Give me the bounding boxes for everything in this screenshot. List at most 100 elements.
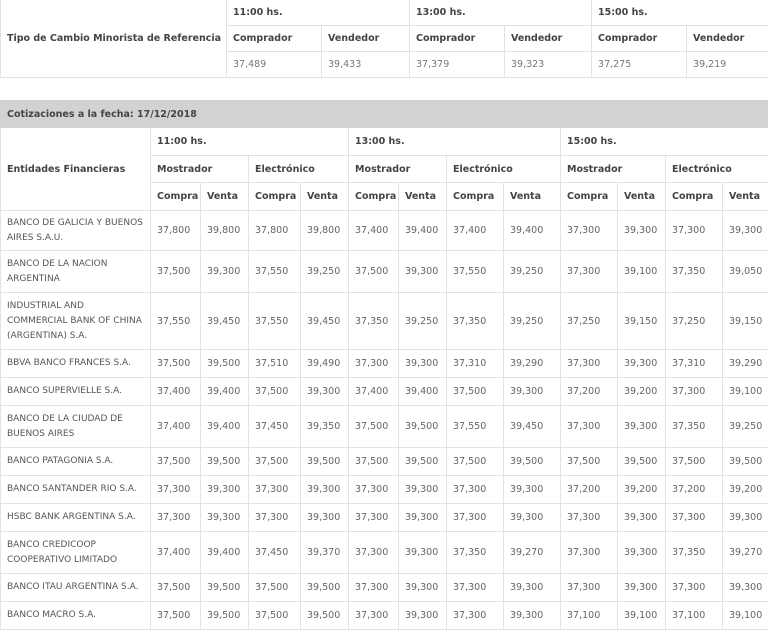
sell-value: 39,250: [504, 293, 561, 350]
sell-value: 39,400: [504, 211, 561, 251]
sell-value: 39,270: [504, 532, 561, 574]
buy-value: 37,500: [151, 602, 201, 630]
buy-value: 37,450: [249, 406, 301, 448]
sell-value: 39,500: [301, 574, 349, 602]
buy-value: 37,550: [447, 251, 504, 293]
sell-value: 39,400: [201, 406, 249, 448]
sell-value: 39,300: [504, 378, 561, 406]
bank-row: BANCO PATAGONIA S.A.37,50039,50037,50039…: [1, 448, 768, 476]
buyer-header: Comprador: [227, 26, 322, 52]
buy-value: 37,300: [349, 350, 399, 378]
buy-value: 37,550: [447, 406, 504, 448]
bank-name: BANCO MACRO S.A.: [1, 602, 151, 630]
buy-value: 37,300: [249, 476, 301, 504]
reference-value: 39,433: [322, 52, 410, 78]
sell-header: Venta: [301, 183, 349, 211]
sell-value: 39,500: [201, 448, 249, 476]
buy-value: 37,100: [561, 602, 618, 630]
bank-name: BANCO PATAGONIA S.A.: [1, 448, 151, 476]
reference-value: 37,275: [592, 52, 687, 78]
sell-value: 39,250: [723, 406, 768, 448]
buy-value: 37,500: [151, 448, 201, 476]
buy-value: 37,300: [349, 532, 399, 574]
quotes-caption-row: Cotizaciones a la fecha: 17/12/2018: [1, 101, 768, 128]
bank-name: INDUSTRIAL AND COMMERCIAL BANK OF CHINA …: [1, 293, 151, 350]
sell-value: 39,300: [723, 574, 768, 602]
buy-value: 37,500: [447, 378, 504, 406]
sell-value: 39,200: [618, 476, 666, 504]
buy-value: 37,300: [666, 574, 723, 602]
buy-value: 37,300: [151, 504, 201, 532]
sell-value: 39,150: [618, 293, 666, 350]
reference-time-header: 15:00 hs.: [592, 0, 768, 26]
buy-value: 37,500: [561, 448, 618, 476]
reference-time-header: 13:00 hs.: [410, 0, 592, 26]
sell-value: 39,450: [504, 406, 561, 448]
reference-value: 37,489: [227, 52, 322, 78]
buy-value: 37,500: [249, 378, 301, 406]
buy-value: 37,500: [349, 448, 399, 476]
quotes-time-header: 11:00 hs.: [151, 128, 349, 156]
buy-value: 37,300: [349, 602, 399, 630]
sell-value: 39,250: [301, 251, 349, 293]
buy-value: 37,350: [447, 532, 504, 574]
sell-value: 39,400: [201, 532, 249, 574]
sell-value: 39,300: [504, 602, 561, 630]
sell-value: 39,450: [201, 293, 249, 350]
sell-value: 39,250: [399, 293, 447, 350]
seller-header: Vendedor: [687, 26, 768, 52]
sell-value: 39,300: [618, 532, 666, 574]
sell-value: 39,150: [723, 293, 768, 350]
bank-row: HSBC BANK ARGENTINA S.A.37,30039,30037,3…: [1, 504, 768, 532]
buy-value: 37,400: [151, 532, 201, 574]
sell-value: 39,050: [723, 251, 768, 293]
buy-value: 37,310: [447, 350, 504, 378]
buy-header: Compra: [249, 183, 301, 211]
bank-row: BANCO DE GALICIA Y BUENOS AIRES S.A.U.37…: [1, 211, 768, 251]
bank-name: BBVA BANCO FRANCES S.A.: [1, 350, 151, 378]
buy-value: 37,300: [447, 504, 504, 532]
sell-value: 39,270: [723, 532, 768, 574]
sell-value: 39,100: [618, 251, 666, 293]
buy-value: 37,500: [151, 251, 201, 293]
buy-value: 37,400: [151, 406, 201, 448]
buy-value: 37,310: [666, 350, 723, 378]
sell-value: 39,500: [723, 448, 768, 476]
buy-header: Compra: [666, 183, 723, 211]
sell-value: 39,300: [201, 504, 249, 532]
seller-header: Vendedor: [322, 26, 410, 52]
bank-name: BANCO SUPERVIELLE S.A.: [1, 378, 151, 406]
buy-value: 37,550: [249, 251, 301, 293]
sell-value: 39,800: [301, 211, 349, 251]
bank-name: BANCO DE LA NACION ARGENTINA: [1, 251, 151, 293]
buy-value: 37,400: [349, 378, 399, 406]
sell-value: 39,100: [618, 602, 666, 630]
reference-value: 37,379: [410, 52, 505, 78]
buy-value: 37,250: [561, 293, 618, 350]
sell-value: 39,300: [618, 406, 666, 448]
buy-value: 37,400: [349, 211, 399, 251]
sell-value: 39,800: [201, 211, 249, 251]
sell-value: 39,500: [301, 448, 349, 476]
buy-value: 37,300: [349, 574, 399, 602]
sell-header: Venta: [723, 183, 768, 211]
buy-value: 37,500: [249, 448, 301, 476]
quotes-caption: Cotizaciones a la fecha: 17/12/2018: [1, 101, 768, 128]
sell-value: 39,370: [301, 532, 349, 574]
sell-value: 39,400: [399, 211, 447, 251]
buy-value: 37,350: [447, 293, 504, 350]
buy-value: 37,300: [561, 504, 618, 532]
sell-value: 39,300: [723, 211, 768, 251]
sell-value: 39,290: [723, 350, 768, 378]
bank-row: BANCO SUPERVIELLE S.A.37,40039,40037,500…: [1, 378, 768, 406]
sell-value: 39,300: [399, 251, 447, 293]
reference-title: Tipo de Cambio Minorista de Referencia: [1, 0, 227, 78]
sell-value: 39,300: [504, 574, 561, 602]
buy-value: 37,800: [151, 211, 201, 251]
sell-value: 39,300: [618, 574, 666, 602]
bank-row: BANCO MACRO S.A.37,50039,50037,50039,500…: [1, 602, 768, 630]
buy-value: 37,300: [561, 350, 618, 378]
sell-value: 39,300: [301, 504, 349, 532]
channel-header: Electrónico: [666, 156, 768, 183]
buy-value: 37,510: [249, 350, 301, 378]
